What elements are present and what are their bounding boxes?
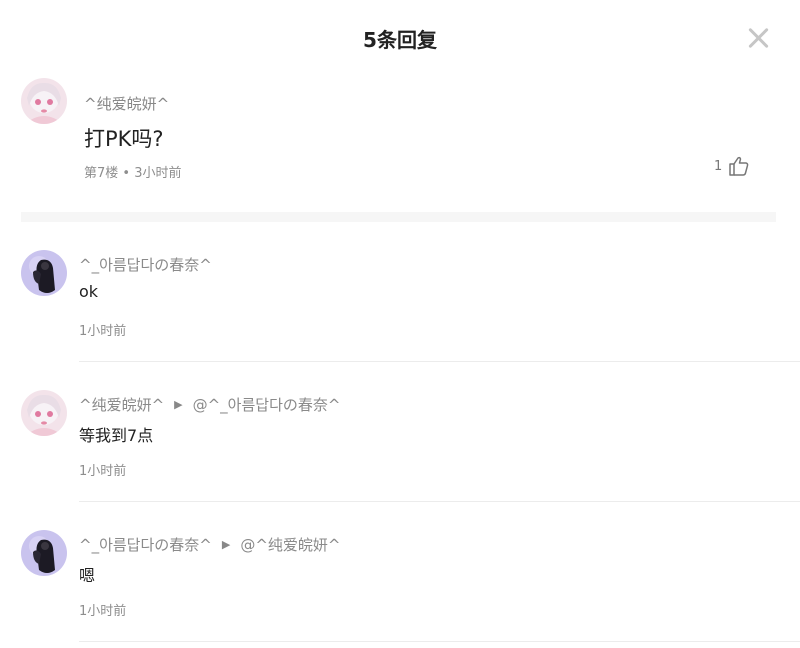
replies-sheet: 5条回复 ^纯爱皖妍^ 打PK吗? 第7楼 • 3小时前 1 ^_아름답다の春奈… xyxy=(0,0,800,648)
reply-content: 嗯 xyxy=(79,566,96,585)
reply-item[interactable]: ^_아름답다の春奈^ ok 1小时前 xyxy=(0,222,800,362)
reply-target[interactable]: @^_아름답다の春奈^ xyxy=(193,394,341,415)
reply-arrow-icon: ▶ xyxy=(174,398,183,411)
avatar[interactable] xyxy=(21,78,67,124)
reply-time: 1小时前 xyxy=(79,464,127,479)
reply-item[interactable]: ^_아름답다の春奈^ ▶ @^纯爱皖妍^ 嗯 1小时前 xyxy=(0,502,800,642)
section-divider xyxy=(21,212,776,222)
avatar[interactable] xyxy=(21,390,67,436)
close-icon[interactable] xyxy=(746,26,770,50)
comment-content: 打PK吗? xyxy=(84,127,164,151)
like-count: 1 xyxy=(714,158,723,174)
reply-time: 1小时前 xyxy=(79,604,127,619)
reply-content: ok xyxy=(79,282,99,301)
reply-arrow-icon: ▶ xyxy=(221,538,231,551)
reply-target[interactable]: @^纯爱皖妍^ xyxy=(240,534,340,555)
avatar[interactable] xyxy=(21,250,67,296)
reply-item[interactable]: ^纯爱皖妍^ ▶ @^_아름답다の春奈^ 等我到7点 1小时前 xyxy=(0,362,800,502)
avatar[interactable] xyxy=(21,530,67,576)
sheet-title: 5条回复 xyxy=(363,28,437,52)
divider xyxy=(79,641,800,642)
username[interactable]: ^_아름답다の春奈^ xyxy=(79,534,212,555)
username[interactable]: ^纯爱皖妍^ xyxy=(84,93,169,114)
thumbs-up-icon xyxy=(729,156,749,176)
reply-header: ^_아름답다の春奈^ xyxy=(79,254,212,275)
comment-meta: 第7楼 • 3小时前 xyxy=(84,166,182,181)
reply-header: ^_아름답다の春奈^ ▶ @^纯爱皖妍^ xyxy=(79,534,340,555)
reply-time: 1小时前 xyxy=(79,324,127,339)
like-button[interactable]: 1 xyxy=(714,156,750,176)
sheet-header: 5条回复 xyxy=(0,0,800,78)
username[interactable]: ^_아름답다の春奈^ xyxy=(79,254,212,275)
main-comment: ^纯爱皖妍^ 打PK吗? 第7楼 • 3小时前 1 xyxy=(0,78,800,212)
username[interactable]: ^纯爱皖妍^ xyxy=(79,394,164,415)
reply-content: 等我到7点 xyxy=(79,426,154,445)
reply-header: ^纯爱皖妍^ ▶ @^_아름답다の春奈^ xyxy=(79,394,340,415)
